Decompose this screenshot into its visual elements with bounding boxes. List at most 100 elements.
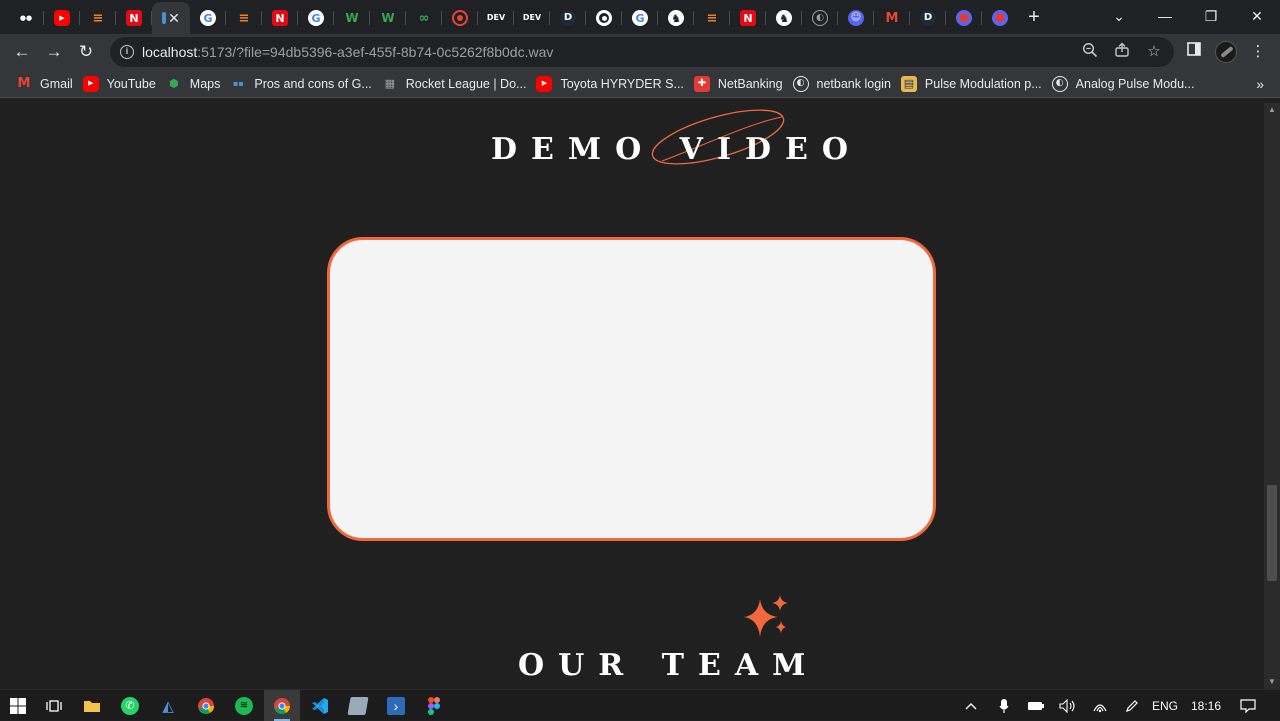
tab[interactable]: DEV bbox=[514, 2, 550, 34]
stackoverflow-icon: ≡ bbox=[92, 10, 104, 26]
file-explorer-button[interactable] bbox=[74, 690, 110, 721]
bookmark-star-icon[interactable]: ☆ bbox=[1144, 42, 1164, 62]
tab[interactable]: W bbox=[370, 2, 406, 34]
microphone-icon[interactable] bbox=[994, 690, 1014, 721]
notifications-icon[interactable] bbox=[1236, 690, 1260, 721]
tab-close-icon[interactable]: ✕ bbox=[168, 10, 180, 27]
app-button[interactable]: ◭ bbox=[150, 690, 186, 721]
side-panel-icon[interactable] bbox=[1182, 40, 1206, 64]
tab[interactable]: G bbox=[298, 2, 334, 34]
site-info-icon[interactable]: i bbox=[120, 45, 134, 59]
chrome-button[interactable] bbox=[188, 690, 224, 721]
spotify-button[interactable]: ≋ bbox=[226, 690, 262, 721]
tab[interactable]: ⬤ bbox=[946, 2, 982, 34]
bookmark-label: Gmail bbox=[40, 76, 73, 91]
bookmark-item[interactable]: ⬢ Maps bbox=[164, 72, 229, 96]
tray-overflow-icon[interactable] bbox=[960, 690, 982, 721]
tab[interactable]: ▶ bbox=[44, 2, 80, 34]
notes-button[interactable] bbox=[340, 690, 376, 721]
gmail-icon: M bbox=[17, 76, 31, 91]
bookmark-item[interactable]: M Gmail bbox=[14, 72, 81, 96]
tab[interactable]: ∞ bbox=[406, 2, 442, 34]
reload-button[interactable]: ↻ bbox=[74, 40, 98, 64]
tab[interactable]: M bbox=[874, 2, 910, 34]
bookmark-item[interactable]: ◐ Analog Pulse Modu... bbox=[1050, 72, 1203, 96]
bookmark-item[interactable]: ✚ NetBanking bbox=[692, 72, 791, 96]
url-text[interactable]: localhost:5173/?file=94db5396-a3ef-455f-… bbox=[142, 44, 553, 60]
page-scrollbar[interactable]: ▲ ▼ bbox=[1264, 103, 1280, 689]
pulse-icon: ▤ bbox=[900, 75, 917, 92]
tab[interactable]: ☺ bbox=[838, 2, 874, 34]
pen-icon[interactable] bbox=[1120, 690, 1144, 721]
language-indicator[interactable]: ENG bbox=[1150, 690, 1180, 721]
scroll-thumb[interactable] bbox=[1267, 485, 1277, 581]
bookmark-item[interactable]: ◐ netbank login bbox=[791, 72, 899, 96]
bookmark-item[interactable]: ▦ Rocket League | Do... bbox=[380, 72, 535, 96]
tab[interactable]: ≡ bbox=[694, 2, 730, 34]
d-icon: D bbox=[560, 10, 576, 26]
powershell-icon: › bbox=[387, 696, 405, 715]
bookmark-label: Pros and cons of G... bbox=[254, 76, 372, 91]
tab[interactable]: N bbox=[116, 2, 152, 34]
tab[interactable] bbox=[442, 2, 478, 34]
task-view-button[interactable] bbox=[36, 690, 72, 721]
minimize-button[interactable]: — bbox=[1142, 0, 1188, 32]
tab[interactable]: W bbox=[334, 2, 370, 34]
tab[interactable]: ♞ bbox=[766, 2, 802, 34]
bookmark-item[interactable]: ▶ Toyota HYRYDER S... bbox=[534, 72, 691, 96]
new-tab-button[interactable]: + bbox=[1024, 7, 1044, 27]
address-bar[interactable]: i localhost:5173/?file=94db5396-a3ef-455… bbox=[110, 37, 1174, 67]
tab-search-button[interactable]: ⌄ bbox=[1096, 0, 1142, 32]
menu-kebab-icon[interactable]: ⋮ bbox=[1246, 40, 1270, 64]
volume-icon[interactable] bbox=[1056, 690, 1080, 721]
tab[interactable]: DEV bbox=[478, 2, 514, 34]
back-button[interactable]: ← bbox=[10, 40, 34, 64]
powershell-button[interactable]: › bbox=[378, 690, 414, 721]
netbanking-icon: ✚ bbox=[693, 75, 710, 92]
figma-button[interactable] bbox=[416, 690, 452, 721]
demo-video-player[interactable] bbox=[327, 237, 936, 541]
tab[interactable]: ●● bbox=[8, 2, 44, 34]
tab-strip: ●● ▶ ≡ N ✕ G ≡ N G W W ∞ DEV DEV D G ♞ ≡ N ♞ ◐ ☺ M D ⬤ ⬤ + ⌄ — ❐ … bbox=[0, 0, 1280, 34]
whatsapp-button[interactable]: ✆ bbox=[112, 690, 148, 721]
bookmark-item[interactable]: ▶ YouTube bbox=[81, 72, 164, 96]
tab[interactable]: ♞ bbox=[658, 2, 694, 34]
share-icon[interactable] bbox=[1112, 42, 1132, 62]
tab[interactable]: ◐ bbox=[802, 2, 838, 34]
bookmark-label: Pulse Modulation p... bbox=[924, 76, 1042, 91]
forward-button[interactable]: → bbox=[42, 40, 66, 64]
vscode-button[interactable] bbox=[302, 690, 338, 721]
tab[interactable] bbox=[586, 2, 622, 34]
start-button[interactable] bbox=[0, 690, 36, 721]
tab[interactable]: G bbox=[190, 2, 226, 34]
tab[interactable]: G bbox=[622, 2, 658, 34]
d-icon: D bbox=[920, 10, 936, 26]
tab[interactable]: ≡ bbox=[226, 2, 262, 34]
scroll-up-arrow-icon[interactable]: ▲ bbox=[1264, 103, 1280, 117]
bookmark-item[interactable]: ▪▪ Pros and cons of G... bbox=[228, 72, 379, 96]
restore-button[interactable]: ❐ bbox=[1188, 0, 1234, 32]
profile-avatar[interactable] bbox=[1215, 41, 1237, 63]
scroll-down-arrow-icon[interactable]: ▼ bbox=[1264, 675, 1280, 689]
clock[interactable]: 18:16 bbox=[1186, 690, 1226, 721]
close-window-button[interactable]: ✕ bbox=[1234, 0, 1280, 32]
dev-icon: DEV bbox=[522, 13, 542, 22]
tab[interactable]: N bbox=[730, 2, 766, 34]
globe-icon: ◐ bbox=[792, 75, 809, 92]
bookmarks-overflow-button[interactable]: » bbox=[1256, 76, 1264, 92]
tab[interactable]: ≡ bbox=[80, 2, 116, 34]
zoom-icon[interactable] bbox=[1080, 42, 1100, 62]
tab[interactable]: D bbox=[910, 2, 946, 34]
bookmark-item[interactable]: ▤ Pulse Modulation p... bbox=[899, 72, 1050, 96]
bookmark-label: NetBanking bbox=[717, 76, 783, 91]
tab[interactable]: ⬤ bbox=[982, 2, 1018, 34]
bookmark-label: Toyota HYRYDER S... bbox=[560, 76, 684, 91]
battery-icon[interactable] bbox=[1024, 690, 1048, 721]
tab[interactable]: D bbox=[550, 2, 586, 34]
google-icon: G bbox=[308, 10, 324, 26]
chrome-active-button[interactable] bbox=[264, 690, 300, 721]
record-icon bbox=[452, 10, 468, 26]
tab[interactable]: N bbox=[262, 2, 298, 34]
wifi-icon[interactable] bbox=[1088, 690, 1112, 721]
tab-active[interactable]: ✕ bbox=[152, 2, 190, 34]
